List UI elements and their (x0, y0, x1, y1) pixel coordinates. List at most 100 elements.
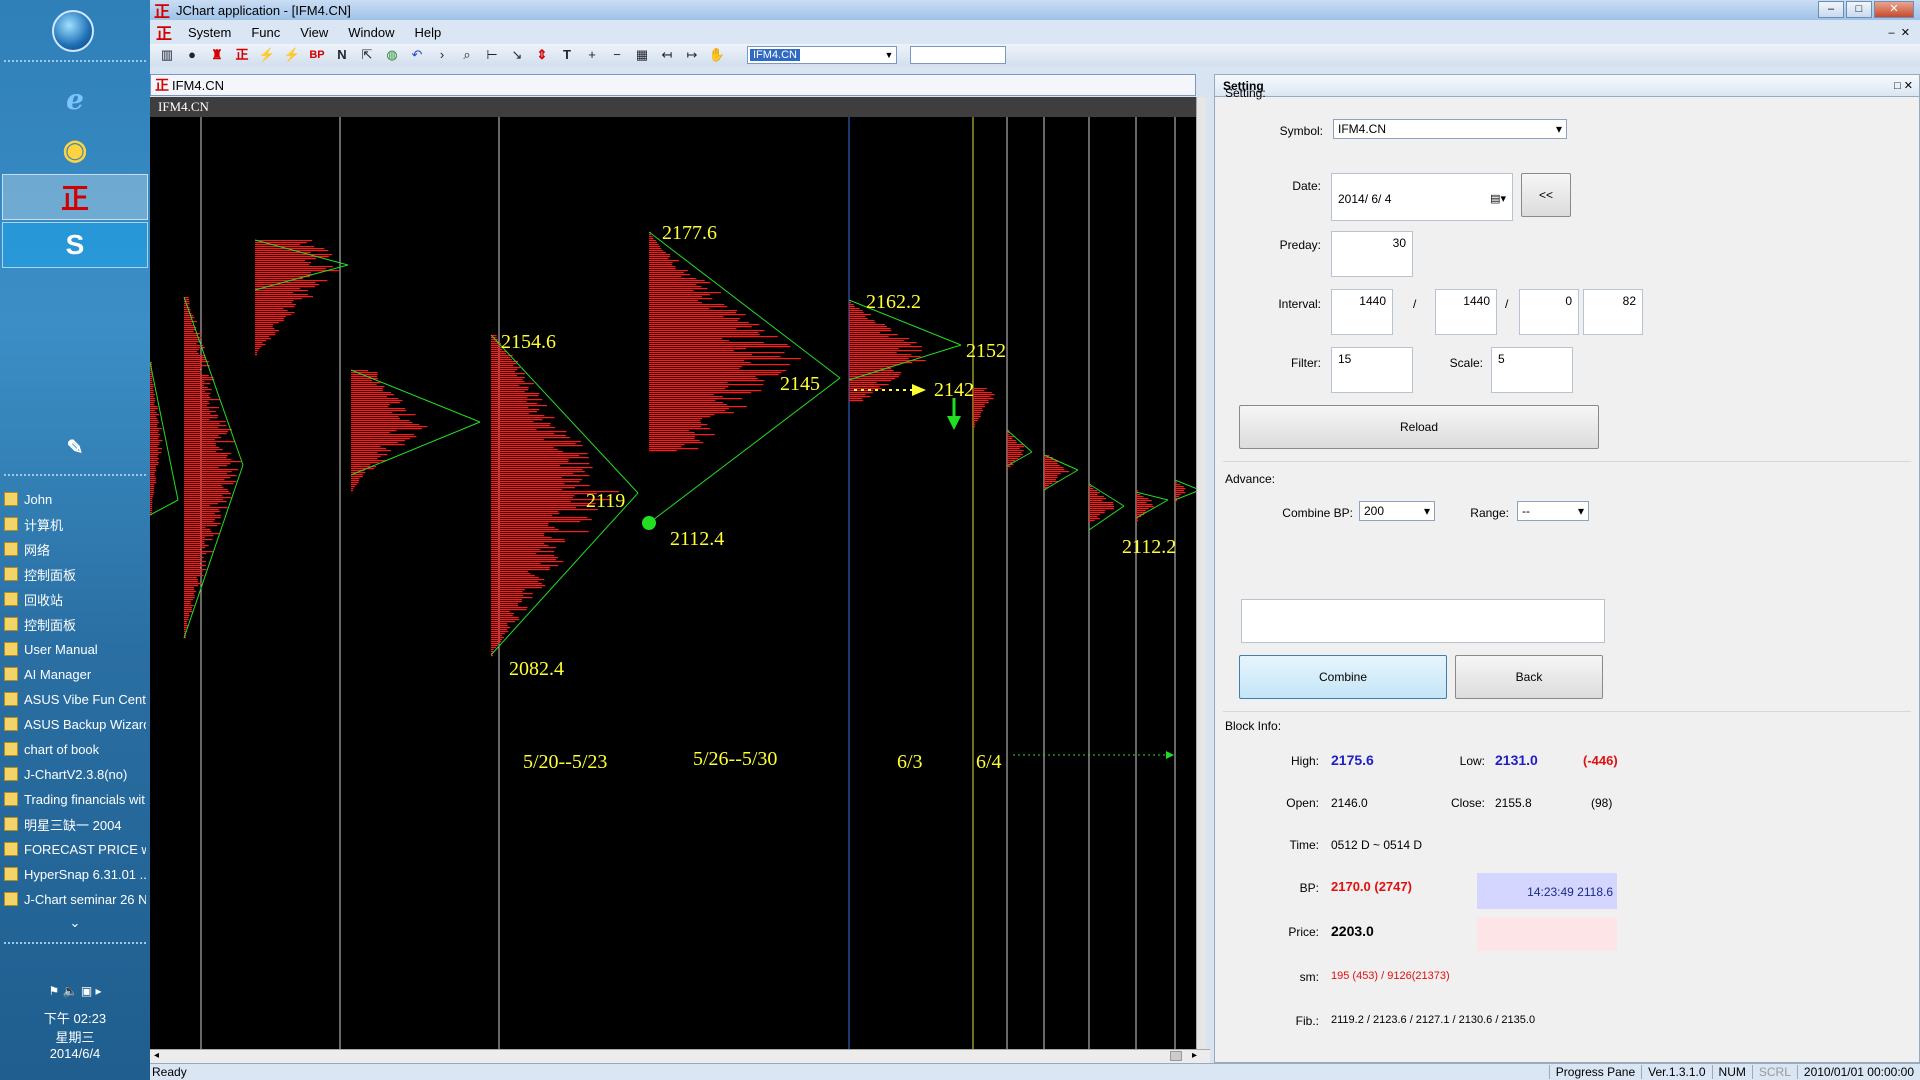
hline-icon[interactable]: ⊢ (483, 46, 501, 64)
symbol-combo[interactable]: IFM4.CN ▼ (747, 46, 897, 64)
calendar-icon[interactable]: ▤▾ (1490, 192, 1506, 205)
lightning-yellow-icon[interactable]: ⚡ (258, 46, 276, 64)
scroll-left-icon[interactable]: ◂ (154, 1050, 159, 1061)
combine-text-input[interactable] (1241, 599, 1605, 643)
menu-system[interactable]: System (178, 25, 241, 40)
menu-help[interactable]: Help (404, 25, 451, 40)
scale-input[interactable]: 5 (1491, 347, 1573, 393)
chrome-icon[interactable]: ◉ (2, 126, 148, 172)
profile-bar (255, 344, 266, 346)
skype-icon[interactable]: S (2, 222, 148, 268)
quicklaunch-item[interactable]: J-ChartV2.3.8(no) (4, 762, 146, 786)
profile-bar (351, 410, 407, 412)
next-icon[interactable]: › (433, 46, 451, 64)
date-picker[interactable]: 2014/ 6/ 4 ▤▾ (1331, 173, 1513, 221)
quicklaunch-item[interactable]: 控制面板 (4, 562, 146, 586)
trendline-icon[interactable]: ↘ (508, 46, 526, 64)
start-button[interactable] (52, 10, 94, 52)
chart-area[interactable]: IFM4.CN 2177.6 2162.2 2154.6 2152 2145 2142 21… (150, 97, 1196, 1049)
horizontal-scrollbar[interactable]: ◂ ▸ (150, 1049, 1210, 1063)
profile-bar (649, 292, 721, 294)
plus-icon[interactable]: + (583, 46, 601, 64)
quicklaunch-item[interactable]: John (4, 487, 146, 511)
quicklaunch-item[interactable]: ASUS Backup Wizard (4, 712, 146, 736)
quicklaunch-item[interactable]: chart of book (4, 737, 146, 761)
profile-bar (184, 405, 207, 407)
quicklaunch-item[interactable]: AI Manager (4, 662, 146, 686)
quicklaunch-item[interactable]: 回收站 (4, 587, 146, 611)
interval-input-2[interactable]: 1440 (1435, 289, 1497, 335)
zoom-icon[interactable]: ⌕ (458, 46, 476, 64)
quicklaunch-item[interactable]: Trading financials wit (4, 787, 146, 811)
scroll-thumb[interactable] (1170, 1051, 1182, 1061)
menu-func[interactable]: Func (241, 25, 290, 40)
quicklaunch-item[interactable]: FORECAST PRICE wit. (4, 837, 146, 861)
profile-bar (491, 389, 529, 391)
menu-view[interactable]: View (290, 25, 338, 40)
quicklaunch-item[interactable]: 控制面板 (4, 612, 146, 636)
document-tab[interactable]: 正 IFM4.CN (150, 74, 1196, 96)
chevron-down-icon[interactable]: ▼ (882, 50, 896, 60)
quicklaunch-item[interactable]: User Manual (4, 637, 146, 661)
profile-bar (184, 427, 219, 429)
range-select[interactable]: -- ▾ (1517, 501, 1589, 521)
symbol-select[interactable]: IFM4.CN ▾ (1333, 119, 1567, 139)
globe-icon[interactable]: ◍ (383, 46, 401, 64)
interval-input-4[interactable]: 82 (1583, 289, 1643, 335)
profile-bar (1136, 496, 1144, 498)
menu-window[interactable]: Window (338, 25, 404, 40)
profile-bar (351, 442, 399, 444)
clock-time[interactable]: 下午 02:23 (0, 1008, 150, 1027)
jchart-icon[interactable]: 正 (2, 174, 148, 220)
chart-type-icon[interactable]: ▥ (158, 46, 176, 64)
combine-button[interactable]: Combine (1239, 655, 1447, 699)
maximize-button[interactable]: □ (1846, 1, 1872, 18)
profile-bar (491, 595, 524, 597)
minimize-button[interactable]: – (1818, 1, 1844, 18)
record-icon[interactable]: ● (183, 46, 201, 64)
back-button[interactable]: Back (1455, 655, 1603, 699)
right-arrow-icon[interactable]: ↦ (683, 46, 701, 64)
ie-icon[interactable]: e (2, 76, 148, 122)
quicklaunch-more[interactable]: ⌄ (0, 915, 150, 931)
bp-button[interactable]: BP (308, 46, 326, 64)
close-button[interactable]: ✕ (1874, 1, 1914, 18)
updown-icon[interactable]: ⇕ (533, 46, 551, 64)
quicklaunch-item[interactable]: J-Chart seminar 26 N. (4, 887, 146, 911)
mdi-controls[interactable]: – ✕ (1889, 26, 1910, 39)
quicklaunch-item[interactable]: 计算机 (4, 512, 146, 536)
jz-icon[interactable]: 正 (233, 46, 251, 64)
preday-input[interactable]: 30 (1331, 231, 1413, 277)
panel-close-icon[interactable]: □ ✕ (1894, 75, 1913, 97)
profile-bar (491, 597, 533, 599)
notepad-icon[interactable]: ✎ (2, 424, 148, 470)
grid-icon[interactable]: ▦ (633, 46, 651, 64)
minus-icon[interactable]: − (608, 46, 626, 64)
interval-input-3[interactable]: 0 (1519, 289, 1579, 335)
quicklaunch-item[interactable]: 网络 (4, 537, 146, 561)
reload-button[interactable]: Reload (1239, 405, 1599, 449)
interval-input-1[interactable]: 1440 (1331, 289, 1393, 335)
hand-icon[interactable]: ✋ (708, 46, 726, 64)
title-bar[interactable]: 正 JChart application - [IFM4.CN] – □ ✕ (150, 0, 1920, 21)
lightning-red-icon[interactable]: ⚡ (283, 46, 301, 64)
cursor-icon[interactable]: ⇱ (358, 46, 376, 64)
profile-bar (491, 443, 576, 445)
quicklaunch-item[interactable]: 明星三缺一 2004 (4, 812, 146, 836)
toolbar-input[interactable] (910, 46, 1006, 64)
profile-bar (1007, 438, 1013, 440)
quicklaunch-item[interactable]: ASUS Vibe Fun Cente (4, 687, 146, 711)
n-button[interactable]: N (333, 46, 351, 64)
date-back-button[interactable]: << (1521, 173, 1571, 217)
text-tool-button[interactable]: T (558, 46, 576, 64)
combine-bp-select[interactable]: 200 ▾ (1359, 501, 1435, 521)
tray-icons[interactable]: ⚑ 🔈 ▣ ▸ (0, 984, 150, 998)
filter-input[interactable]: 15 (1331, 347, 1413, 393)
undo-icon[interactable]: ↶ (408, 46, 426, 64)
quicklaunch-item[interactable]: HyperSnap 6.31.01 ... (4, 862, 146, 886)
left-arrow-icon[interactable]: ↤ (658, 46, 676, 64)
car-icon[interactable]: ♜ (208, 46, 226, 64)
scroll-right-icon[interactable]: ▸ (1192, 1050, 1197, 1061)
profile-bar (184, 385, 204, 387)
vertical-scrollbar[interactable] (1196, 97, 1206, 1049)
